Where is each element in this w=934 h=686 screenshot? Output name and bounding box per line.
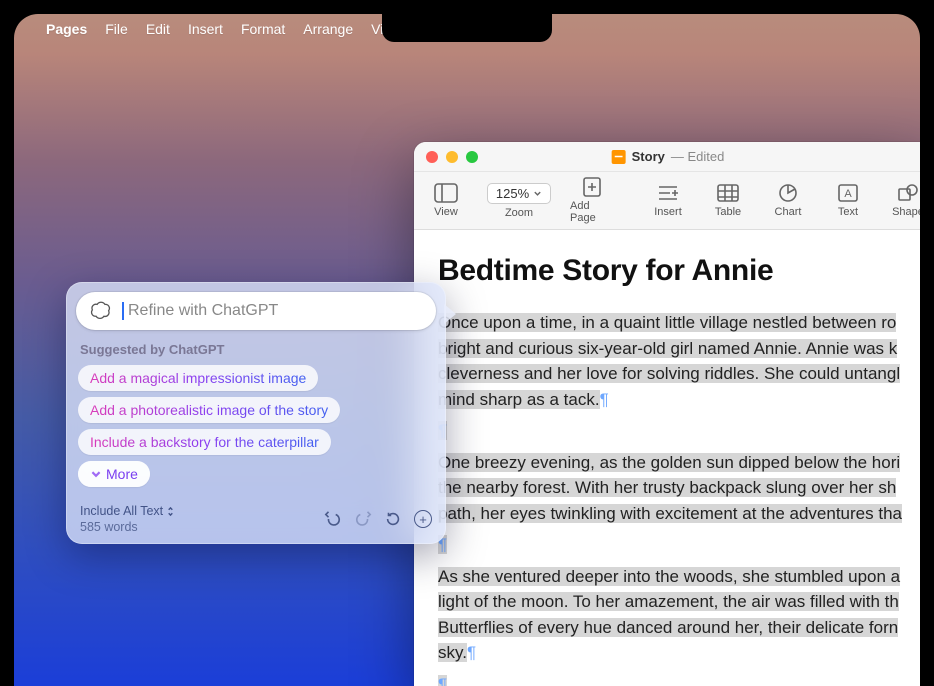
paragraph-3: As she ventured deeper into the woods, s… — [438, 564, 920, 666]
toolbar-view[interactable]: View — [424, 183, 468, 218]
plus-square-icon — [580, 177, 604, 197]
toolbar-insert[interactable]: Insert — [646, 183, 690, 218]
toolbar-text[interactable]: A Text — [826, 183, 870, 218]
include-scope-dropdown[interactable]: Include All Text — [80, 503, 175, 519]
text-cursor — [122, 302, 124, 320]
suggested-by-label: Suggested by ChatGPT — [80, 342, 432, 357]
chatgpt-refine-panel: Suggested by ChatGPT Add a magical impre… — [66, 282, 446, 544]
toolbar-zoom[interactable]: 125% Zoom — [484, 183, 554, 219]
document-canvas[interactable]: Bedtime Story for Annie Once upon a time… — [414, 230, 920, 686]
undo-button[interactable] — [324, 510, 342, 528]
chevron-down-icon — [533, 189, 542, 198]
pie-chart-icon — [776, 183, 800, 203]
app-menu-pages[interactable]: Pages — [46, 21, 87, 37]
menu-edit[interactable]: Edit — [146, 21, 170, 37]
menu-file[interactable]: File — [105, 21, 128, 37]
more-suggestions-button[interactable]: More — [78, 461, 150, 487]
chatgpt-logo-icon — [90, 300, 112, 322]
suggestion-chip[interactable]: Add a magical impressionist image — [78, 365, 318, 391]
laptop-notch — [382, 14, 552, 42]
shape-icon — [896, 183, 920, 203]
document-name: Story — [632, 149, 665, 164]
pages-doc-icon — [612, 150, 626, 164]
menu-insert[interactable]: Insert — [188, 21, 223, 37]
text-box-icon: A — [836, 183, 860, 203]
add-button[interactable]: + — [414, 510, 432, 528]
redo-button[interactable] — [354, 510, 372, 528]
close-window-button[interactable] — [426, 151, 438, 163]
updown-icon — [166, 506, 175, 517]
svg-text:A: A — [844, 188, 852, 200]
menu-format[interactable]: Format — [241, 21, 285, 37]
refine-input[interactable] — [128, 302, 422, 320]
toolbar-shape[interactable]: Shape — [886, 183, 920, 218]
word-count: 585 words — [80, 519, 175, 535]
traffic-lights — [426, 151, 478, 163]
chevron-down-icon — [90, 468, 102, 480]
toolbar-add-page[interactable]: Add Page — [570, 177, 614, 224]
zoom-value: 125% — [496, 186, 529, 201]
refine-input-container[interactable] — [76, 292, 436, 330]
paragraph-2: One breezy evening, as the golden sun di… — [438, 450, 920, 527]
pilcrow-icon: ¶ — [438, 675, 447, 686]
minimize-window-button[interactable] — [446, 151, 458, 163]
page-title: Bedtime Story for Annie — [438, 254, 920, 288]
table-icon — [716, 183, 740, 203]
pages-document-window: Story — Edited View 125% Zoom — [414, 142, 920, 686]
paragraph-1: Once upon a time, in a quaint little vil… — [438, 310, 920, 412]
toolbar-table[interactable]: Table — [706, 183, 750, 218]
zoom-window-button[interactable] — [466, 151, 478, 163]
regenerate-button[interactable] — [384, 510, 402, 528]
suggestion-chip[interactable]: Add a photorealistic image of the story — [78, 397, 340, 423]
edited-indicator: — Edited — [671, 149, 724, 164]
document-title[interactable]: Story — Edited — [612, 149, 725, 164]
toolbar-chart[interactable]: Chart — [766, 183, 810, 218]
menu-arrange[interactable]: Arrange — [303, 21, 353, 37]
insert-icon — [656, 183, 680, 203]
window-titlebar[interactable]: Story — Edited — [414, 142, 920, 172]
suggestion-chip[interactable]: Include a backstory for the caterpillar — [78, 429, 331, 455]
pages-toolbar: View 125% Zoom Add Page — [414, 172, 920, 230]
sidebar-icon — [434, 183, 458, 203]
